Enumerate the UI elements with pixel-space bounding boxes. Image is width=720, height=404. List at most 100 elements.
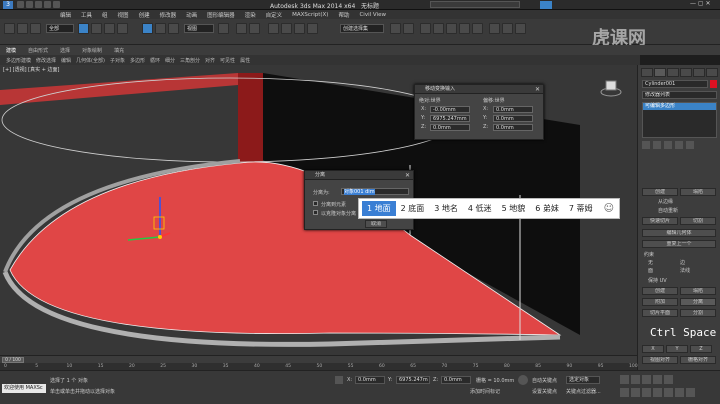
new-file-icon[interactable] bbox=[17, 1, 24, 8]
undo-tool-icon[interactable] bbox=[4, 23, 15, 34]
z-coordinate-field[interactable]: 0.0mm bbox=[441, 376, 471, 384]
redo-icon[interactable] bbox=[53, 1, 60, 8]
ribbon-panel-visibility[interactable]: 可见性 bbox=[220, 57, 235, 64]
show-end-result-icon[interactable] bbox=[653, 141, 661, 149]
window-crossing-icon[interactable] bbox=[117, 23, 128, 34]
angle-snap-icon[interactable] bbox=[281, 23, 292, 34]
gizmo-center[interactable] bbox=[158, 235, 162, 239]
preserve-uvs-label[interactable]: 保持 UV bbox=[648, 277, 667, 284]
add-time-tag-button[interactable]: 添加时间标记 bbox=[470, 388, 500, 395]
emoji-icon[interactable]: ☺ bbox=[599, 201, 619, 216]
align-z-button[interactable]: Z bbox=[690, 345, 712, 353]
timeline[interactable]: 0 / 100 0 5 10 15 20 25 30 35 40 45 50 55 60 65 70 75 80… bbox=[0, 355, 638, 371]
menu-help[interactable]: 帮助 bbox=[338, 11, 349, 19]
rect-select-icon[interactable] bbox=[104, 23, 115, 34]
window-controls[interactable]: — ▢ ✕ bbox=[690, 0, 720, 10]
ribbon-panel-edit[interactable]: 编辑 bbox=[61, 57, 71, 64]
menu-modifiers[interactable]: 修改器 bbox=[160, 11, 177, 19]
menu-graph-editors[interactable]: 图形编辑器 bbox=[207, 11, 235, 19]
hierarchy-tab-icon[interactable] bbox=[667, 68, 679, 77]
close-icon[interactable]: ✕ bbox=[535, 85, 540, 94]
ribbon-panel-loops[interactable]: 循环 bbox=[150, 57, 160, 64]
repeat-last-button[interactable]: 重复上一个 bbox=[642, 240, 716, 248]
y-coordinate-field[interactable]: 6975.247m bbox=[396, 376, 430, 384]
percent-snap-icon[interactable] bbox=[294, 23, 305, 34]
reference-coord-dropdown[interactable]: 视图 bbox=[184, 24, 214, 33]
menu-maxscript[interactable]: MAXScript(X) bbox=[292, 12, 328, 18]
offset-z-field[interactable]: 0.0mm bbox=[493, 124, 533, 131]
object-name-field[interactable]: Cylinder001 bbox=[642, 80, 708, 88]
modify-tab-icon[interactable] bbox=[654, 68, 666, 77]
menu-views[interactable]: 视图 bbox=[118, 11, 129, 19]
detach-as-clone-checkbox[interactable] bbox=[313, 210, 318, 215]
viewcube-icon[interactable] bbox=[600, 77, 622, 99]
ime-candidate-7[interactable]: 7 蒂姆 bbox=[564, 201, 598, 216]
ribbon-panel-modify-selection[interactable]: 修改选择 bbox=[36, 57, 56, 64]
constraint-none-label[interactable]: 无 bbox=[648, 259, 653, 266]
undo-icon[interactable] bbox=[44, 1, 51, 8]
quickslice-button[interactable]: 快速切片 bbox=[642, 217, 678, 225]
absolute-x-field[interactable]: -0.00mm bbox=[430, 106, 470, 113]
menu-edit[interactable]: 编辑 bbox=[60, 11, 71, 19]
maxscript-listener[interactable]: 欢迎使用 MAXSc bbox=[2, 384, 46, 393]
play-icon[interactable] bbox=[642, 375, 651, 384]
ribbon-panel-subdivision[interactable]: 细分 bbox=[165, 57, 175, 64]
select-by-name-icon[interactable] bbox=[91, 23, 102, 34]
configure-sets-icon[interactable] bbox=[686, 141, 694, 149]
cancel-button[interactable]: 取消 bbox=[365, 220, 387, 228]
go-to-end-icon[interactable] bbox=[664, 375, 673, 384]
snap-toggle-icon[interactable] bbox=[268, 23, 279, 34]
display-tab-icon[interactable] bbox=[693, 68, 705, 77]
stack-item-editable-poly[interactable]: 可编辑多边形 bbox=[643, 103, 716, 110]
layer-manager-icon[interactable] bbox=[420, 23, 431, 34]
ribbon-panel-align[interactable]: 对齐 bbox=[205, 57, 215, 64]
material-editor-icon[interactable] bbox=[472, 23, 483, 34]
menu-create[interactable]: 创建 bbox=[139, 11, 150, 19]
spinner-snap-icon[interactable] bbox=[307, 23, 318, 34]
search-box[interactable] bbox=[430, 1, 520, 8]
modifier-list-dropdown[interactable]: 修改器列表 bbox=[642, 91, 717, 99]
constraint-normal-label[interactable]: 法线 bbox=[680, 267, 690, 274]
rendered-frame-icon[interactable] bbox=[502, 23, 513, 34]
collapse-button-2[interactable]: 塌陷 bbox=[680, 287, 716, 295]
align-x-button[interactable]: X bbox=[642, 345, 664, 353]
remove-modifier-icon[interactable] bbox=[675, 141, 683, 149]
ime-candidate-6[interactable]: 6 弟妹 bbox=[530, 201, 564, 216]
create-button-2[interactable]: 创建 bbox=[642, 287, 678, 295]
menu-tools[interactable]: 工具 bbox=[81, 11, 92, 19]
detach-name-input[interactable]: 对象001 dim bbox=[341, 188, 409, 195]
ime-candidate-3[interactable]: 3 地名 bbox=[429, 201, 463, 216]
redo-tool-icon[interactable] bbox=[17, 23, 28, 34]
ribbon-panel-geometry-all[interactable]: 几何体(全部) bbox=[76, 57, 105, 64]
slice-plane-button[interactable]: 切片平面 bbox=[642, 309, 678, 317]
field-of-view-icon[interactable] bbox=[653, 388, 662, 397]
split-button[interactable]: 分割 bbox=[680, 309, 716, 317]
pivot-icon[interactable] bbox=[218, 23, 229, 34]
select-object-icon[interactable] bbox=[78, 23, 89, 34]
key-filters-button[interactable]: 关键点过滤器... bbox=[566, 388, 601, 395]
selection-filter-dropdown[interactable]: 全部 bbox=[46, 24, 74, 33]
ime-candidate-1[interactable]: 1 地面 bbox=[362, 201, 396, 216]
menu-rendering[interactable]: 渲染 bbox=[245, 11, 256, 19]
menu-animation[interactable]: 动画 bbox=[186, 11, 197, 19]
ribbon-panel-subobject[interactable]: 子对象 bbox=[110, 57, 125, 64]
graphite-toggle-icon[interactable] bbox=[433, 23, 444, 34]
select-manipulate-icon[interactable] bbox=[236, 23, 247, 34]
grid-align-button[interactable]: 栅格对齐 bbox=[680, 356, 716, 364]
mirror-icon[interactable] bbox=[390, 23, 401, 34]
maximize-viewport-icon[interactable] bbox=[686, 388, 695, 397]
auto-key-button[interactable]: 自动关键点 bbox=[532, 377, 557, 384]
lock-selection-icon[interactable] bbox=[335, 376, 343, 384]
menu-civil-view[interactable]: Civil View bbox=[359, 12, 385, 18]
scale-icon[interactable] bbox=[168, 23, 179, 34]
adaptive-degradation-icon[interactable] bbox=[518, 375, 528, 385]
rotate-icon[interactable] bbox=[155, 23, 166, 34]
next-frame-icon[interactable] bbox=[653, 375, 662, 384]
named-selection-dropdown[interactable]: 创建选择集 bbox=[340, 24, 384, 33]
offset-y-field[interactable]: 0.0mm bbox=[493, 115, 533, 122]
keyboard-shortcut-icon[interactable] bbox=[249, 23, 260, 34]
previous-frame-icon[interactable] bbox=[631, 375, 640, 384]
motion-tab-icon[interactable] bbox=[680, 68, 692, 77]
detach-to-element-checkbox[interactable] bbox=[313, 201, 318, 206]
pin-stack-icon[interactable] bbox=[642, 141, 650, 149]
